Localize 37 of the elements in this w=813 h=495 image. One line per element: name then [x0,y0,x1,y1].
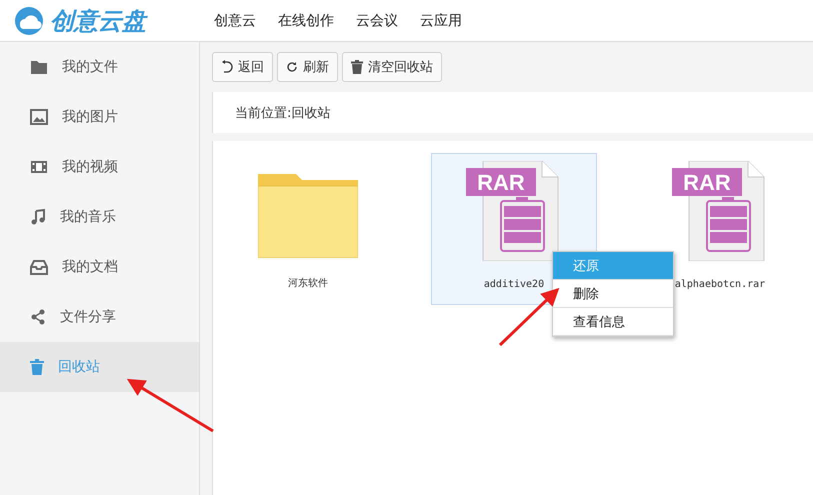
toolbar-button[interactable]: 返回 [212,52,273,82]
menu-item[interactable]: 查看信息 [553,308,673,336]
file-item[interactable]: 河东软件 [225,153,391,305]
sidebar-item[interactable]: 我的文件 [0,42,199,92]
logo-text: 创意云盘 [50,6,146,36]
location-text: 当前位置:回收站 [235,104,330,122]
sidebar-item[interactable]: 我的音乐 [0,192,199,242]
film-icon [30,159,48,175]
sidebar-item[interactable]: 我的视频 [0,142,199,192]
nav-link[interactable]: 云会议 [356,12,398,30]
trash-icon [351,60,363,74]
file-name: 河东软件 [288,276,328,290]
file-name: alphaebotcn.rar [674,279,766,290]
nav-link[interactable]: 创意云 [214,12,256,30]
file-type-label: RAR [477,170,525,195]
undo-icon [221,60,233,74]
nav-link[interactable]: 在线创作 [278,12,334,30]
inbox-icon [30,259,48,275]
annotation-arrow [498,288,560,346]
nav-link[interactable]: 云应用 [420,12,462,30]
toolbar-button[interactable]: 清空回收站 [342,52,442,82]
share-icon [30,309,46,325]
sidebar-item[interactable]: 我的文档 [0,242,199,292]
sidebar-item[interactable]: 文件分享 [0,292,199,342]
image-icon [30,109,48,125]
file-name: additive20 [484,279,544,290]
cloud-logo-icon [14,6,44,36]
toolbar-button[interactable]: 刷新 [277,52,338,82]
folder-icon [258,174,358,258]
menu-item[interactable]: 删除 [553,280,673,308]
trash-icon [30,359,44,375]
file-type-label: RAR [683,170,731,195]
rar-archive-icon [672,161,764,261]
sidebar-item[interactable]: 我的图片 [0,92,199,142]
music-note-icon [30,209,46,225]
refresh-icon [286,61,298,73]
folder-icon [30,59,48,75]
